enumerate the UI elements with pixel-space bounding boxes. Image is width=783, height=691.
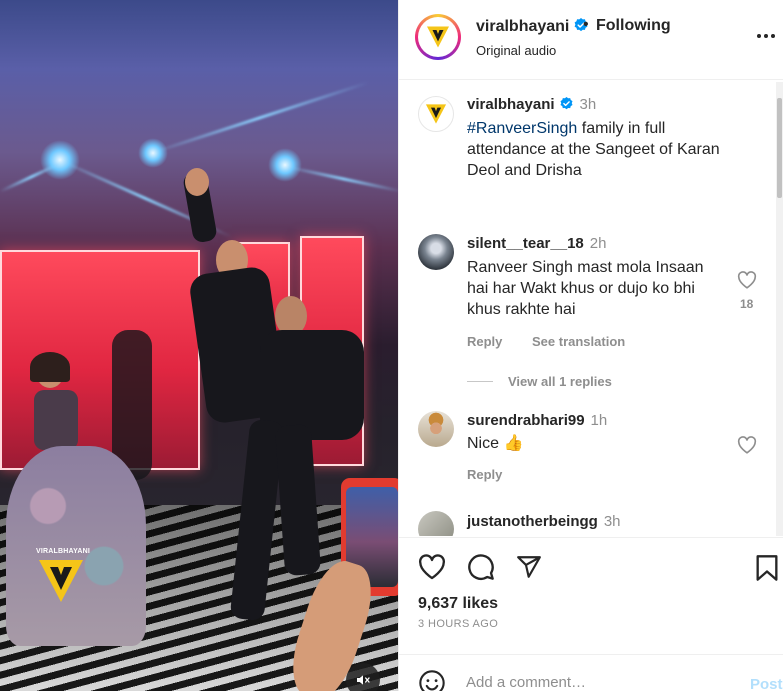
comment-input[interactable] [466, 674, 736, 691]
caption-time[interactable]: 3h [580, 96, 597, 113]
scrollbar-thumb[interactable] [777, 98, 782, 198]
watermark-text: VIRALBHAYANI [36, 548, 91, 555]
comments-list[interactable]: viralbhayani 3h #RanveerSingh family in f… [399, 81, 783, 536]
reply-button[interactable]: Reply [467, 467, 502, 482]
comment-header: silent__tear__18 2h [467, 235, 606, 253]
comment-username[interactable]: surendrabhari99 [467, 412, 585, 429]
v-logo-icon [39, 560, 83, 602]
heart-outline-icon[interactable] [737, 271, 757, 289]
like-heart-icon[interactable] [418, 554, 446, 580]
see-translation-button[interactable]: See translation [532, 334, 625, 349]
verified-badge-icon [560, 96, 573, 110]
post-comment-button[interactable]: Post [750, 676, 783, 691]
speaker-muted-icon [357, 675, 370, 685]
separator-dot: • [583, 16, 589, 33]
post-timestamp[interactable]: 3 HOURS AGO [418, 618, 498, 630]
commenter-avatar[interactable] [418, 511, 454, 536]
audio-link[interactable]: Original audio [476, 43, 556, 58]
post-video[interactable]: VIRALBHAYANI [0, 0, 398, 691]
commenter-avatar[interactable] [418, 234, 454, 270]
comment-bubble-icon[interactable] [467, 553, 495, 581]
comment-text: Nice 👍 [467, 435, 524, 452]
heart-outline-icon[interactable] [737, 436, 757, 454]
raised-hand [185, 168, 209, 196]
post-side-panel: viralbhayani • Following Original audio … [398, 0, 783, 691]
caption-username[interactable]: viralbhayani [467, 96, 555, 113]
caption-avatar[interactable] [418, 96, 454, 132]
caption-header: viralbhayani 3h [467, 96, 596, 114]
light-beam [284, 165, 398, 193]
replies-divider [467, 381, 493, 382]
comment-text: Ranveer Singh mast mola Insaan hai har W… [467, 259, 704, 318]
author-username[interactable]: viralbhayani [476, 17, 589, 36]
comment-username[interactable]: justanotherbeingg [467, 513, 598, 530]
comment-header: surendrabhari99 1h [467, 412, 607, 430]
more-horizontal-icon[interactable] [756, 33, 776, 39]
comment-time[interactable]: 1h [591, 412, 608, 429]
post-actions: 9,637 likes 3 HOURS AGO [399, 537, 783, 637]
following-button[interactable]: Following [596, 17, 671, 35]
watermark-logo: VIRALBHAYANI [36, 548, 91, 604]
comment-username[interactable]: silent__tear__18 [467, 235, 584, 252]
share-send-icon[interactable] [515, 554, 543, 580]
hashtag-link[interactable]: #RanveerSingh [467, 120, 577, 137]
view-replies-button[interactable]: View all 1 replies [508, 374, 612, 389]
post-header: viralbhayani • Following Original audio [399, 0, 783, 80]
commenter-avatar[interactable] [418, 411, 454, 447]
light-beam [149, 80, 370, 155]
add-comment-bar: Post [399, 654, 783, 691]
comment-time[interactable]: 2h [590, 235, 607, 252]
mute-button[interactable] [346, 663, 380, 691]
emoji-icon[interactable] [418, 669, 446, 691]
save-bookmark-icon[interactable] [755, 554, 779, 582]
caption-text: #RanveerSingh family in full attendance … [467, 120, 720, 179]
v-logo-icon [425, 104, 447, 124]
dancer-hair [30, 352, 70, 382]
dancer-lehenga [6, 446, 146, 646]
v-logo-icon [427, 26, 449, 48]
stage-panel [0, 250, 200, 470]
dancer-top [34, 390, 78, 450]
reply-button[interactable]: Reply [467, 334, 502, 349]
comment-like-count: 18 [740, 297, 754, 311]
comment-header: justanotherbeingg 3h [467, 513, 621, 531]
author-avatar[interactable] [415, 14, 461, 60]
comment-time[interactable]: 3h [604, 513, 621, 530]
likes-count[interactable]: 9,637 likes [418, 595, 498, 613]
